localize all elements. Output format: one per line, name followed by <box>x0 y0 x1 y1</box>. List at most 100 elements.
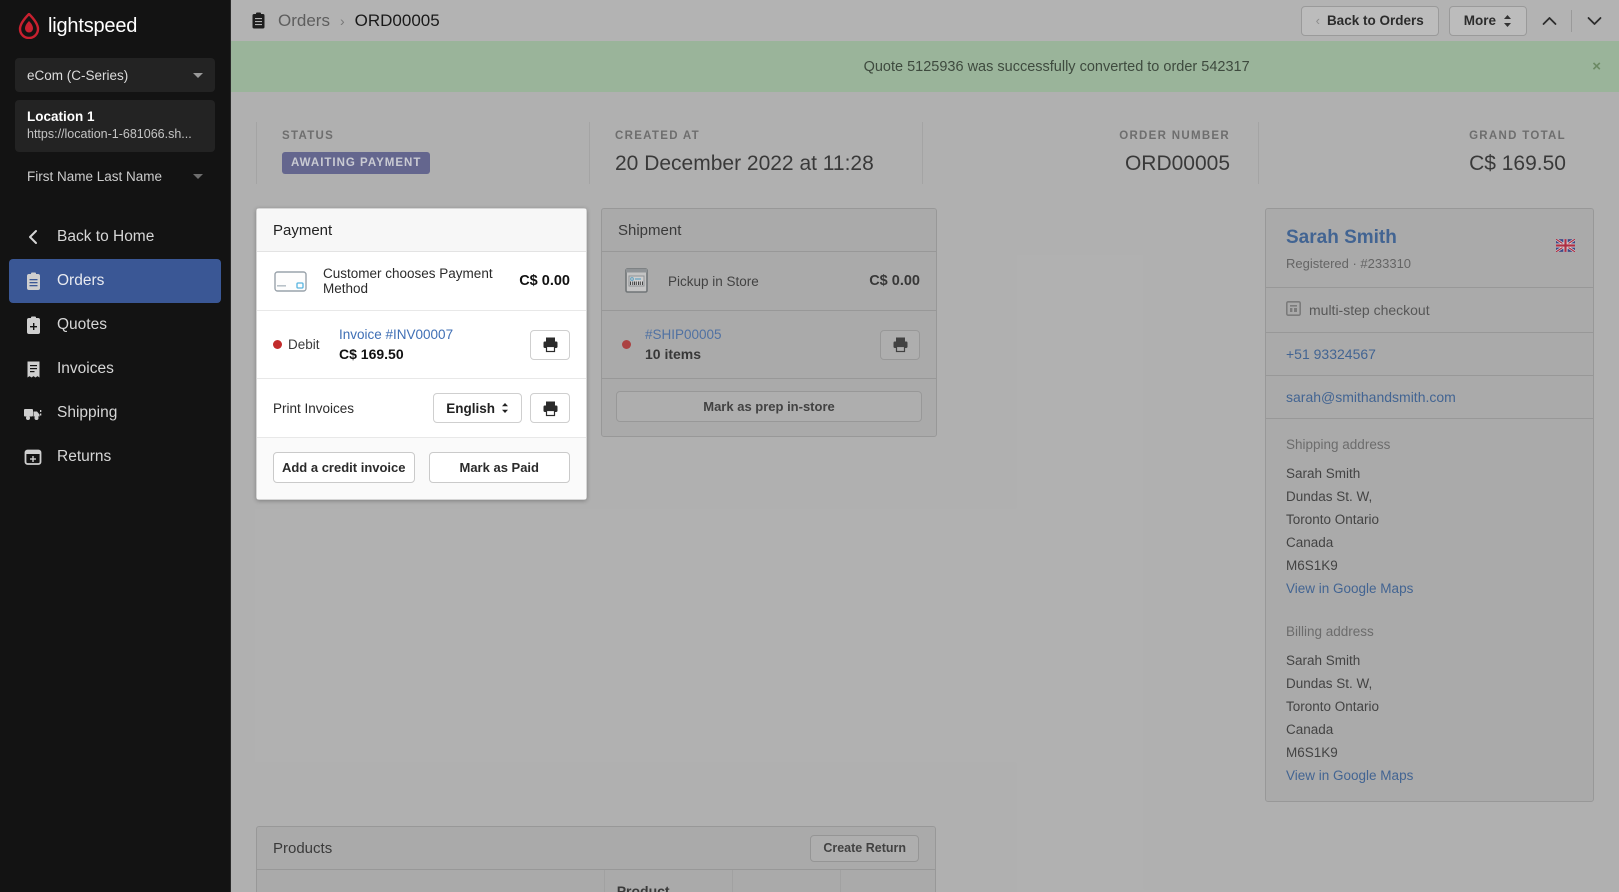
checkout-type-row: multi-step checkout <box>1266 288 1593 333</box>
print-shipment-button[interactable] <box>880 329 920 360</box>
billing-address-line: Toronto Ontario <box>1286 699 1380 714</box>
topbar: Orders › ORD00005 ‹ Back to Orders More <box>231 0 1619 41</box>
products-table-header-row: Product name Product Location Amount Pri… <box>257 870 935 892</box>
shipment-actions: Mark as prep in-store <box>602 379 936 436</box>
back-to-home-label: Back to Home <box>57 228 155 245</box>
shipment-method-row: Pickup in Store C$ 0.00 <box>602 252 936 311</box>
breadcrumb-orders[interactable]: Orders <box>278 11 330 31</box>
account-selector-label: eCom (C-Series) <box>27 67 129 83</box>
sidebar-item-quotes[interactable]: Quotes <box>9 303 221 347</box>
credit-card-icon <box>273 268 309 294</box>
status-label: STATUS <box>282 130 335 142</box>
sidebar: lightspeed eCom (C-Series) Location 1 ht… <box>0 0 231 892</box>
shipment-title: Shipment <box>618 221 682 239</box>
customer-name[interactable]: Sarah Smith <box>1286 227 1573 249</box>
products-table: Product name Product Location Amount Pri… <box>257 870 935 892</box>
sidebar-nav: Orders Back to Home Orders <box>0 215 230 479</box>
column-product-name: Product name <box>257 870 605 892</box>
account-selector[interactable]: eCom (C-Series) <box>15 58 215 92</box>
invoice-status: Debit <box>273 337 339 352</box>
print-invoices-row: Print Invoices English <box>257 379 586 438</box>
create-return-button[interactable]: Create Return <box>810 834 919 862</box>
invoice-status-label: Debit <box>288 337 320 352</box>
shipment-card: Shipment Pickup in Store C$ 0.00 #SHIP00… <box>601 208 937 437</box>
payment-card: Payment Customer chooses Payment Method … <box>256 208 587 500</box>
mark-as-paid-button[interactable]: Mark as Paid <box>428 452 570 483</box>
print-all-invoices-button[interactable] <box>530 393 570 423</box>
sidebar-item-label: Quotes <box>57 316 107 333</box>
return-box-icon <box>23 447 43 467</box>
billing-address-line: Canada <box>1286 722 1334 737</box>
customer-phone: +51 93324567 <box>1286 346 1376 362</box>
language-value: English <box>446 400 495 416</box>
products-card: Products Create Return Product name Prod… <box>256 826 936 892</box>
more-label: More <box>1463 13 1496 28</box>
billing-address-line: Dundas St. W, <box>1286 676 1373 691</box>
billing-address-title: Billing address <box>1286 624 1374 639</box>
next-order-button[interactable] <box>1582 8 1606 34</box>
summary-status: STATUS AWAITING PAYMENT <box>256 122 589 184</box>
mark-as-prep-in-store-button[interactable]: Mark as prep in-store <box>616 391 922 422</box>
sidebar-item-label: Shipping <box>57 404 118 421</box>
column-amount: Amount <box>731 870 841 892</box>
invoice-icon <box>23 359 43 379</box>
sidebar-item-back-to-home[interactable]: Orders Back to Home <box>9 215 221 259</box>
chevron-left-icon: ‹ <box>1315 13 1320 28</box>
breadcrumb-separator: › <box>339 12 345 29</box>
summary-order-number: ORDER NUMBER ORD00005 <box>922 122 1258 184</box>
shipment-card-header: Shipment <box>602 209 936 252</box>
customer-phone-row[interactable]: +51 93324567 <box>1266 333 1593 376</box>
content-scroll-area: STATUS AWAITING PAYMENT CREATED AT 20 De… <box>231 92 1619 892</box>
payment-actions: Add a credit invoice Mark as Paid <box>257 438 586 499</box>
products-title: Products <box>273 839 333 857</box>
language-select[interactable]: English <box>433 393 522 423</box>
chevron-left-icon <box>23 227 43 247</box>
billing-view-in-google-maps-link[interactable]: View in Google Maps <box>1286 764 1573 787</box>
shipment-items-count: 10 items <box>645 346 702 362</box>
billing-address-block: Billing address Sarah Smith Dundas St. W… <box>1266 614 1593 801</box>
sidebar-item-invoices[interactable]: Invoices <box>9 347 221 391</box>
status-dot-icon <box>273 340 282 349</box>
sidebar-item-orders[interactable]: Orders <box>9 259 221 303</box>
order-number-value: ORD00005 <box>1124 152 1230 175</box>
lightspeed-logo-icon <box>18 12 41 40</box>
column-product-location: Product Location <box>603 870 733 892</box>
shipment-method-label: Pickup in Store <box>668 273 759 289</box>
back-to-orders-button[interactable]: ‹ Back to Orders <box>1300 5 1439 36</box>
user-name: First Name Last Name <box>27 168 163 184</box>
add-credit-invoice-button[interactable]: Add a credit invoice <box>273 452 415 483</box>
success-banner: Quote 5125936 was successfully converted… <box>231 41 1619 92</box>
package-icon <box>618 266 654 296</box>
invoice-amount: C$ 169.50 <box>339 346 404 362</box>
customer-email-row[interactable]: sarah@smithandsmith.com <box>1266 376 1593 419</box>
shipment-method-amount: C$ 0.00 <box>869 273 920 289</box>
shipping-address-line: M6S1K9 <box>1286 558 1338 573</box>
shipping-view-in-google-maps-link[interactable]: View in Google Maps <box>1286 577 1573 600</box>
previous-order-button[interactable] <box>1537 8 1561 34</box>
payment-card-header: Payment <box>257 209 586 252</box>
shipment-link[interactable]: #SHIP00005 <box>645 327 722 342</box>
print-invoice-button[interactable] <box>530 329 570 360</box>
shipment-detail-row: #SHIP00005 10 items <box>602 311 936 379</box>
invoice-link[interactable]: Invoice #INV00007 <box>339 327 453 342</box>
app-root: lightspeed eCom (C-Series) Location 1 ht… <box>0 0 1619 892</box>
billing-address-line: M6S1K9 <box>1286 745 1338 760</box>
order-number-label: ORDER NUMBER <box>1119 130 1230 142</box>
main-area: Orders › ORD00005 ‹ Back to Orders More <box>231 0 1619 892</box>
user-selector[interactable]: First Name Last Name <box>15 159 215 193</box>
uk-flag-icon <box>1555 238 1576 253</box>
billing-address-line: Sarah Smith <box>1286 653 1361 668</box>
close-icon[interactable]: × <box>1592 58 1601 75</box>
grand-total-label: GRAND TOTAL <box>1469 130 1566 142</box>
customer-meta: Registered · #233310 <box>1286 256 1412 271</box>
sidebar-item-returns[interactable]: Returns <box>9 435 221 479</box>
back-to-orders-label: Back to Orders <box>1326 13 1424 28</box>
brand-text: lightspeed <box>48 14 138 37</box>
topbar-actions: ‹ Back to Orders More <box>1300 5 1606 36</box>
summary-created-at: CREATED AT 20 December 2022 at 11:28 <box>589 122 922 184</box>
sidebar-item-shipping[interactable]: Shipping <box>9 391 221 435</box>
more-button[interactable]: More <box>1448 5 1527 36</box>
location-selector[interactable]: Location 1 https://location-1-681066.sh.… <box>15 100 215 152</box>
products-section: Products Create Return Product name Prod… <box>231 802 1619 892</box>
location-url: https://location-1-681066.sh... <box>27 127 192 141</box>
